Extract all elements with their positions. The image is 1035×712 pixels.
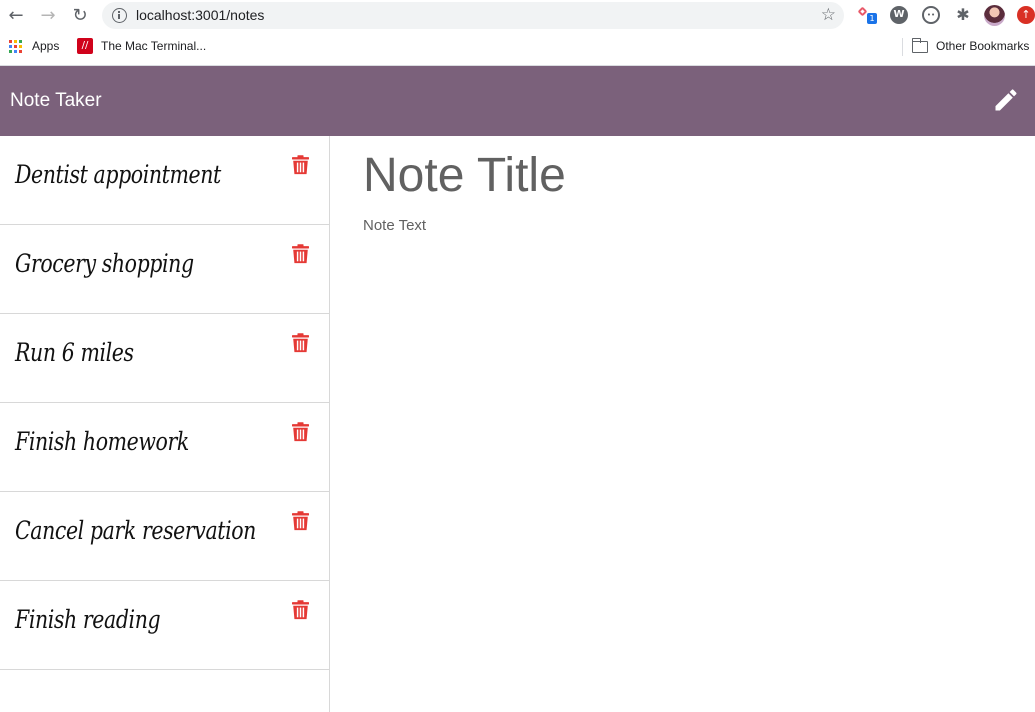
note-text-input[interactable]: Note Text bbox=[363, 217, 426, 234]
bookmark-star-icon[interactable]: ☆ bbox=[821, 5, 836, 25]
address-bar[interactable]: localhost:3001/notes ☆ bbox=[102, 2, 844, 29]
pencil-icon[interactable] bbox=[992, 86, 1020, 114]
extension-icon[interactable]: 1 bbox=[857, 6, 877, 24]
note-editor: Note Title Note Text bbox=[331, 136, 1035, 712]
url-text[interactable]: localhost:3001/notes bbox=[136, 7, 264, 23]
update-icon[interactable]: ↑ bbox=[1017, 6, 1035, 24]
bookmark-mac-terminal[interactable]: The Mac Terminal... bbox=[101, 39, 206, 53]
app-brand[interactable]: Note Taker bbox=[10, 90, 102, 112]
apps-grid-icon[interactable] bbox=[9, 40, 22, 53]
note-title[interactable]: Dentist appointment bbox=[15, 160, 221, 189]
note-list-item[interactable]: Dentist appointment bbox=[0, 136, 329, 225]
mac-terminal-favicon-icon: // bbox=[77, 38, 93, 54]
note-title[interactable]: Grocery shopping bbox=[15, 249, 194, 278]
trash-icon[interactable] bbox=[292, 422, 309, 442]
bookmark-other[interactable]: Other Bookmarks bbox=[936, 39, 1029, 53]
note-list-item[interactable]: Run 6 miles bbox=[0, 314, 329, 403]
note-title[interactable]: Finish reading bbox=[15, 605, 161, 634]
extension-badge: 1 bbox=[867, 13, 877, 24]
app-header: Note Taker bbox=[0, 66, 1035, 136]
wordpress-extension-icon[interactable]: W bbox=[890, 6, 908, 24]
note-title[interactable]: Run 6 miles bbox=[15, 338, 134, 367]
bookmarks-bar: Apps // The Mac Terminal... Other Bookma… bbox=[0, 32, 1035, 62]
note-list-item[interactable]: Cancel park reservation bbox=[0, 492, 329, 581]
reload-icon[interactable]: ↻ bbox=[69, 5, 91, 27]
profile-avatar[interactable] bbox=[984, 5, 1005, 26]
extension-icon[interactable]: •• bbox=[922, 6, 940, 24]
site-info-icon[interactable] bbox=[112, 8, 127, 23]
trash-icon[interactable] bbox=[292, 511, 309, 531]
note-title[interactable]: Finish homework bbox=[15, 427, 189, 456]
trash-icon[interactable] bbox=[292, 333, 309, 353]
bookmarks-divider bbox=[902, 38, 903, 56]
note-title[interactable]: Cancel park reservation bbox=[15, 516, 256, 545]
note-list: Dentist appointment Grocery shopping Run… bbox=[0, 136, 330, 712]
forward-arrow-icon[interactable]: → bbox=[37, 5, 59, 27]
note-list-item[interactable]: Finish homework bbox=[0, 403, 329, 492]
trash-icon[interactable] bbox=[292, 244, 309, 264]
bookmark-apps[interactable]: Apps bbox=[32, 39, 59, 53]
note-list-item[interactable]: Grocery shopping bbox=[0, 225, 329, 314]
trash-icon[interactable] bbox=[292, 155, 309, 175]
note-list-item[interactable]: Finish reading bbox=[0, 581, 329, 670]
folder-icon bbox=[911, 38, 928, 53]
back-arrow-icon[interactable]: ← bbox=[5, 5, 27, 27]
browser-toolbar: ← → ↻ localhost:3001/notes ☆ 1 W •• ✱ ↑ bbox=[0, 0, 1035, 32]
puzzle-extensions-icon[interactable]: ✱ bbox=[954, 6, 972, 24]
trash-icon[interactable] bbox=[292, 600, 309, 620]
note-title-input[interactable]: Note Title bbox=[363, 148, 566, 203]
